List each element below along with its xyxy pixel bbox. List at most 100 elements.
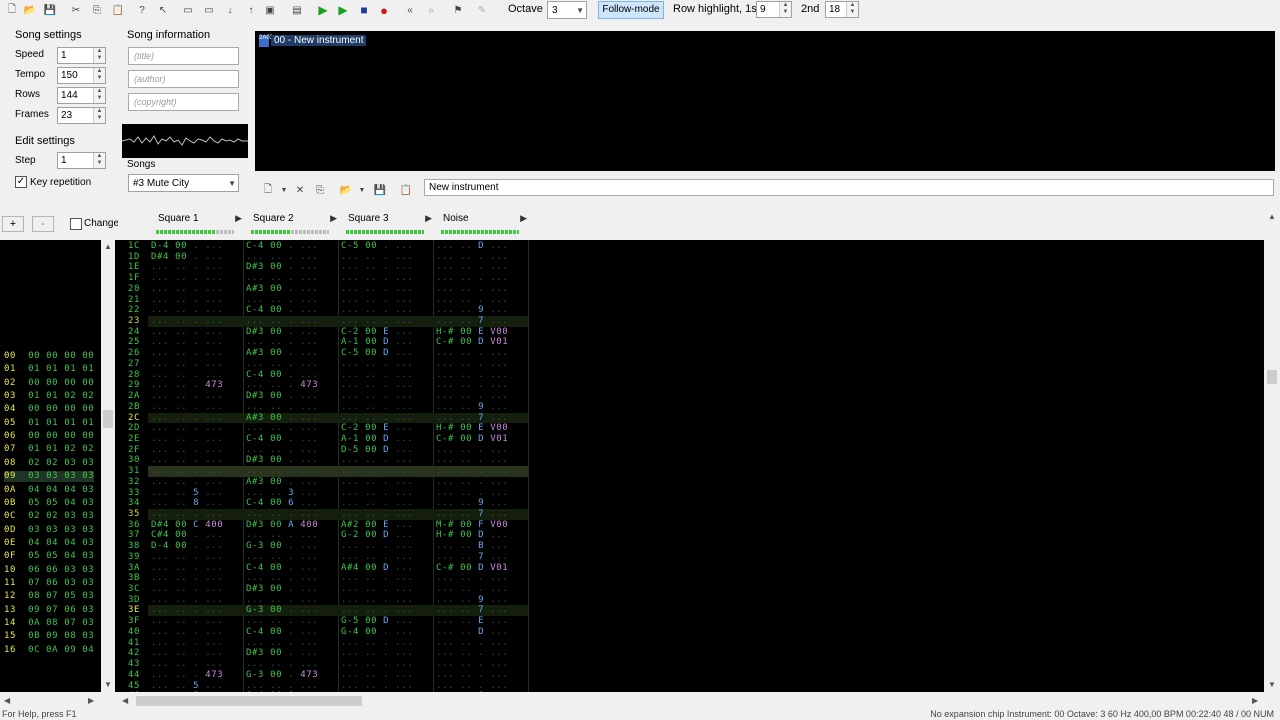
pattern-cell[interactable]: ... .. . ... xyxy=(341,391,413,402)
scroll-down-icon[interactable]: ▼ xyxy=(1268,680,1276,689)
spin-arrows-icon[interactable]: ▲ ▼ xyxy=(846,2,858,17)
pattern-cell[interactable]: D-5 00 D ... xyxy=(341,445,413,456)
follow-mode-button[interactable]: Follow-mode xyxy=(598,1,664,19)
pattern-cell[interactable]: D#3 00 . ... xyxy=(246,327,318,338)
pattern-cell[interactable]: C-4 00 6 ... xyxy=(246,498,318,509)
pattern-cell[interactable]: ... .. . ... xyxy=(436,273,508,284)
pattern-cell[interactable]: ... .. . ... xyxy=(436,659,508,670)
pattern-cell[interactable]: ... .. . ... xyxy=(151,659,223,670)
song-title-field[interactable]: (title) xyxy=(128,47,239,65)
scroll-left-icon[interactable]: ◀ xyxy=(4,696,10,705)
pattern-cell[interactable]: ... .. . ... xyxy=(246,659,318,670)
frame-row[interactable]: 0D 03 03 03 03 xyxy=(4,525,94,536)
scroll-left-icon[interactable]: ◀ xyxy=(122,696,128,705)
pattern-cell[interactable]: ... .. D ... xyxy=(436,241,508,252)
pattern-cell[interactable]: ... .. 5 ... xyxy=(151,681,223,692)
pattern-cell[interactable]: D#3 00 . ... xyxy=(246,262,318,273)
frame-row[interactable]: 0E 04 04 04 03 xyxy=(4,538,94,549)
scroll-right-icon[interactable]: ▶ xyxy=(88,696,94,705)
pattern-cell[interactable]: C-# 00 D V01 xyxy=(436,337,508,348)
pattern-cell[interactable]: ... .. . ... xyxy=(436,295,508,306)
pattern-cell[interactable]: ... .. . 473 xyxy=(246,380,318,391)
pattern-cell[interactable]: ... .. . ... xyxy=(151,584,223,595)
pattern-cell[interactable]: ... .. . ... xyxy=(341,648,413,659)
pattern-cell[interactable]: A#3 00 . ... xyxy=(246,348,318,359)
pattern-cell[interactable]: ... .. . ... xyxy=(341,659,413,670)
pattern-cell[interactable]: C#4 00 . ... xyxy=(151,530,223,541)
pattern-cell[interactable]: D-4 00 . ... xyxy=(151,541,223,552)
module-properties-icon[interactable]: ▤ xyxy=(289,2,305,18)
scrollbar-thumb[interactable] xyxy=(1267,370,1277,384)
pattern-cell[interactable]: ... .. . ... xyxy=(151,273,223,284)
pattern-cell[interactable]: A-1 00 D ... xyxy=(341,434,413,445)
instrument-list[interactable] xyxy=(255,31,1275,171)
pattern-cell[interactable]: ... .. . ... xyxy=(436,648,508,659)
pattern-cell[interactable]: ... .. . ... xyxy=(341,370,413,381)
pattern-cell[interactable]: ... .. . ... xyxy=(246,423,318,434)
remove-frame-button[interactable]: - xyxy=(32,216,54,232)
pattern-cell[interactable]: ... .. . ... xyxy=(341,252,413,263)
pattern-cell[interactable]: ... .. . ... xyxy=(436,455,508,466)
pattern-cell[interactable]: ... .. . ... xyxy=(341,402,413,413)
pattern-cell[interactable]: D#4 00 . ... xyxy=(151,252,223,263)
pattern-cell[interactable]: ... .. . ... xyxy=(151,477,223,488)
pattern-cell[interactable]: ... .. . ... xyxy=(341,316,413,327)
pattern-cell[interactable]: ... .. . ... xyxy=(436,466,508,477)
pattern-cell[interactable]: D#4 00 C 400 xyxy=(151,520,223,531)
pattern-cell[interactable]: ... .. . ... xyxy=(246,466,318,477)
pattern-cell[interactable]: ... .. . ... xyxy=(151,284,223,295)
song-setting-input[interactable]: 23 ▲ ▼ xyxy=(57,107,106,124)
pattern-cell[interactable]: ... .. . ... xyxy=(341,413,413,424)
pattern-cell[interactable]: ... .. . ... xyxy=(151,402,223,413)
pattern-cell[interactable]: ... .. . 473 xyxy=(151,380,223,391)
pattern-cell[interactable]: D#3 00 . ... xyxy=(246,648,318,659)
pattern-cell[interactable]: ... .. . ... xyxy=(436,370,508,381)
remove-frame-icon[interactable]: ▭ xyxy=(201,2,217,18)
pattern-cell[interactable]: ... .. . ... xyxy=(151,370,223,381)
pattern-cell[interactable]: D#3 00 . ... xyxy=(246,391,318,402)
load-instrument-icon[interactable]: 📂 xyxy=(338,182,354,198)
pattern-cell[interactable]: ... .. . ... xyxy=(341,584,413,595)
pattern-cell[interactable]: ... .. 7 ... xyxy=(436,413,508,424)
pattern-cell[interactable]: ... .. . ... xyxy=(341,638,413,649)
frame-row[interactable]: 11 07 06 03 03 xyxy=(4,578,94,589)
pattern-cell[interactable]: ... .. . ... xyxy=(151,316,223,327)
pattern-cell[interactable]: ... .. . ... xyxy=(436,284,508,295)
pattern-cell[interactable]: ... .. . ... xyxy=(151,573,223,584)
pattern-editor[interactable]: 1C D-4 00 . ... C-4 00 . ... C-5 00 . .....… xyxy=(118,240,1264,692)
pattern-cell[interactable]: ... .. . ... xyxy=(341,273,413,284)
pattern-cell[interactable]: ... .. . ... xyxy=(151,616,223,627)
pattern-cell[interactable]: ... .. . ... xyxy=(151,337,223,348)
pattern-cell[interactable]: ... .. 3 ... xyxy=(246,488,318,499)
pattern-cell[interactable]: ... .. . ... xyxy=(436,670,508,681)
pattern-cell[interactable]: ... .. . ... xyxy=(246,573,318,584)
pattern-cell[interactable]: ... .. . ... xyxy=(151,262,223,273)
pattern-cell[interactable]: ... .. . ... xyxy=(436,488,508,499)
pattern-cell[interactable]: ... .. . ... xyxy=(151,327,223,338)
channel-square-3[interactable]: Square 3 ▶ xyxy=(340,210,434,240)
pattern-cell[interactable]: C-5 00 D ... xyxy=(341,348,413,359)
pattern-cell[interactable]: C-# 00 D V01 xyxy=(436,563,508,574)
pattern-cell[interactable]: ... .. . ... xyxy=(151,466,223,477)
pattern-cell[interactable]: C-2 00 E ... xyxy=(341,327,413,338)
pattern-cell[interactable]: H-# 00 E V00 xyxy=(436,327,508,338)
chevron-right-icon[interactable]: ▶ xyxy=(425,213,432,224)
pattern-cell[interactable]: A#4 00 D ... xyxy=(341,563,413,574)
frame-row[interactable]: 00 00 00 00 00 xyxy=(4,351,94,362)
pattern-cell[interactable]: A#2 00 E ... xyxy=(341,520,413,531)
pattern-cell[interactable]: ... .. . ... xyxy=(436,359,508,370)
play-pattern-icon[interactable]: ▶ xyxy=(335,2,351,18)
save-instrument-icon[interactable]: 💾 xyxy=(372,182,388,198)
instrument-item-00[interactable]: 2A03 00 - New instrument xyxy=(259,34,367,47)
pattern-cell[interactable]: ... .. D ... xyxy=(436,627,508,638)
paste-icon[interactable]: 📋 xyxy=(110,2,126,18)
scroll-up-icon[interactable]: ▲ xyxy=(104,242,112,251)
song-copyright-field[interactable]: (copyright) xyxy=(128,93,239,111)
pattern-cell[interactable]: ... .. . ... xyxy=(341,605,413,616)
pattern-cell[interactable]: ... .. 5 ... xyxy=(151,488,223,499)
pattern-cell[interactable]: ... .. 8 ... xyxy=(151,498,223,509)
song-setting-input[interactable]: 150 ▲ ▼ xyxy=(57,67,106,84)
pattern-cell[interactable]: ... .. . ... xyxy=(341,573,413,584)
pattern-cell[interactable]: ... .. . ... xyxy=(341,681,413,692)
frame-row[interactable]: 02 00 00 00 00 xyxy=(4,378,94,389)
